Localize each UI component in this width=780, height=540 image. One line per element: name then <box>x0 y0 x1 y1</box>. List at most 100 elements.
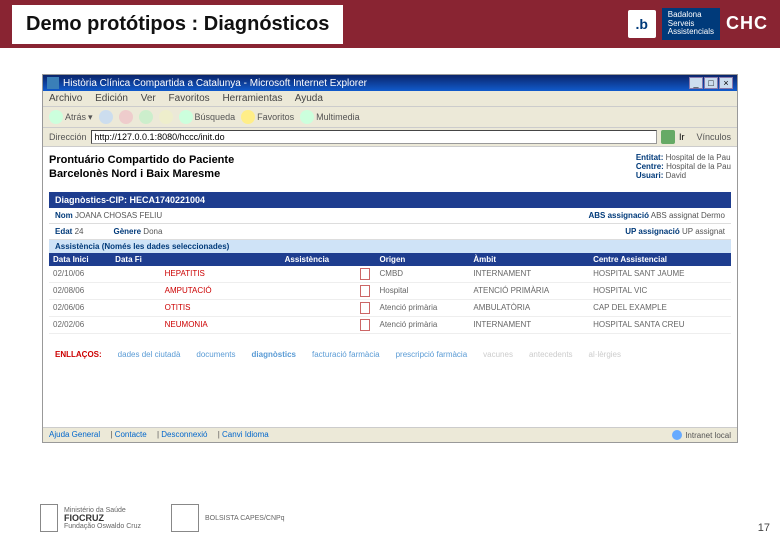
bolsa-icon <box>171 504 199 532</box>
cell-ambit: ATENCIÓ PRIMÀRIA <box>469 282 589 299</box>
link-prescripcio[interactable]: prescripció farmàcia <box>396 350 468 359</box>
cell-doc[interactable] <box>356 299 376 316</box>
bolsa-logo: BOLSISTA CAPES/CNPq <box>171 504 285 532</box>
cell-data-inici: 02/10/06 <box>49 266 111 283</box>
cell-assist <box>281 299 356 316</box>
diagnostic-bar: Diagnòstics-CIP: HECA1740221004 <box>49 192 731 208</box>
home-icon[interactable] <box>159 110 173 124</box>
cell-origen: Atenció primària <box>376 299 470 316</box>
links-label[interactable]: Vínculos <box>696 132 731 142</box>
page-number: 17 <box>758 522 770 534</box>
ie-titlebar: Història Clínica Compartida a Catalunya … <box>43 75 737 91</box>
th-assist[interactable]: Assistència <box>281 253 356 266</box>
address-input[interactable] <box>91 130 657 144</box>
cell-data-inici: 02/02/06 <box>49 316 111 333</box>
cell-centre: HOSPITAL VIC <box>589 282 731 299</box>
table-row[interactable]: 02/10/06HEPATITISCMBDINTERNAMENTHOSPITAL… <box>49 266 731 283</box>
menu-item[interactable]: Archivo <box>49 93 82 104</box>
slide-title: Demo protótipos : Diagnósticos <box>12 5 343 44</box>
close-button[interactable]: × <box>719 77 733 89</box>
cell-centre: CAP DEL EXAMPLE <box>589 299 731 316</box>
link-vacunes[interactable]: vacunes <box>483 350 513 359</box>
media-icon <box>300 110 314 124</box>
patient-info-2: Edat 24 Gènere Dona UP assignació UP ass… <box>49 224 731 240</box>
document-icon <box>360 268 370 280</box>
media-button[interactable]: Multimedia <box>300 110 360 124</box>
slide-footer-logos: Ministério da Saúde FIOCRUZ Fundação Osw… <box>40 504 285 532</box>
fiocruz-icon <box>40 504 58 532</box>
link-documents[interactable]: documents <box>196 350 235 359</box>
ie-status-bar: Ajuda General | Contacte | Desconnexió |… <box>43 427 737 442</box>
logo-chc: CHC <box>726 13 768 34</box>
th-doc[interactable] <box>356 253 376 266</box>
menu-item[interactable]: Edición <box>95 93 128 104</box>
star-icon <box>241 110 255 124</box>
logo-bsa-line: Assistencials <box>668 28 714 37</box>
table-row[interactable]: 02/08/06AMPUTACIÓHospitalATENCIÓ PRIMÀRI… <box>49 282 731 299</box>
menu-item[interactable]: Favoritos <box>169 93 210 104</box>
ie-window: Història Clínica Compartida a Catalunya … <box>42 74 738 443</box>
maximize-button[interactable]: □ <box>704 77 718 89</box>
th-centre[interactable]: Centre Assistencial <box>589 253 731 266</box>
th-data-inici[interactable]: Data Inici <box>49 253 111 266</box>
cell-diag: NEUMONIA <box>161 316 281 333</box>
cell-data-fi <box>111 316 160 333</box>
th-ambit[interactable]: Àmbit <box>469 253 589 266</box>
cell-data-fi <box>111 299 160 316</box>
stop-icon[interactable] <box>119 110 133 124</box>
menu-item[interactable]: Herramientas <box>222 93 282 104</box>
th-data-fi[interactable]: Data Fi <box>111 253 160 266</box>
search-icon <box>179 110 193 124</box>
document-icon <box>360 302 370 314</box>
link-facturacio[interactable]: facturació farmàcia <box>312 350 380 359</box>
th-diag[interactable] <box>161 253 281 266</box>
cell-diag: OTITIS <box>161 299 281 316</box>
document-icon <box>360 319 370 331</box>
go-button[interactable] <box>661 130 675 144</box>
minimize-button[interactable]: _ <box>689 77 703 89</box>
cell-diag: HEPATITIS <box>161 266 281 283</box>
forward-icon[interactable] <box>99 110 113 124</box>
ie-toolbar: Atrás ▾ Búsqueda Favoritos Multimedia <box>43 107 737 128</box>
cell-doc[interactable] <box>356 316 376 333</box>
page-header: Prontuário Compartido do Paciente Barcel… <box>49 153 731 182</box>
link-diagnostics[interactable]: diagnòstics <box>252 350 296 359</box>
back-button[interactable]: Atrás ▾ <box>49 110 93 124</box>
address-label: Dirección <box>49 132 87 142</box>
cell-centre: HOSPITAL SANTA CREU <box>589 316 731 333</box>
cell-doc[interactable] <box>356 266 376 283</box>
cell-assist <box>281 282 356 299</box>
menu-item[interactable]: Ayuda <box>295 93 323 104</box>
header-logos: .b Badalona Serveis Assistencials CHC <box>628 8 768 40</box>
page-title: Prontuário Compartido do Paciente Barcel… <box>49 153 234 182</box>
link-antecedents[interactable]: antecedents <box>529 350 573 359</box>
table-row[interactable]: 02/02/06NEUMONIAAtenció primàriaINTERNAM… <box>49 316 731 333</box>
cell-data-fi <box>111 266 160 283</box>
table-row[interactable]: 02/06/06OTITISAtenció primàriaAMBULATÒRI… <box>49 299 731 316</box>
link-alergies[interactable]: al·lèrgies <box>589 350 621 359</box>
cell-doc[interactable] <box>356 282 376 299</box>
search-button[interactable]: Búsqueda <box>179 110 236 124</box>
footer-link[interactable]: Canvi Idioma <box>222 430 269 439</box>
cell-origen: Hospital <box>376 282 470 299</box>
cell-data-fi <box>111 282 160 299</box>
logo-bsa: Badalona Serveis Assistencials <box>662 8 720 40</box>
favorites-button[interactable]: Favoritos <box>241 110 294 124</box>
links-label: ENLLAÇOS: <box>55 350 102 359</box>
link-dades[interactable]: dades del ciutadà <box>118 350 181 359</box>
document-icon <box>360 285 370 297</box>
assist-bar: Assistència (Només les dades seleccionad… <box>49 240 731 253</box>
th-origen[interactable]: Origen <box>376 253 470 266</box>
footer-link[interactable]: Contacte <box>115 430 147 439</box>
footer-link[interactable]: Desconnexió <box>161 430 207 439</box>
cell-ambit: AMBULATÒRIA <box>469 299 589 316</box>
cell-origen: CMBD <box>376 266 470 283</box>
footer-link[interactable]: Ajuda General <box>49 430 100 439</box>
cell-diag: AMPUTACIÓ <box>161 282 281 299</box>
ie-address-bar: Dirección Ir Vínculos <box>43 128 737 147</box>
table-header-row: Data Inici Data Fi Assistència Origen Àm… <box>49 253 731 266</box>
refresh-icon[interactable] <box>139 110 153 124</box>
menu-item[interactable]: Ver <box>141 93 156 104</box>
cell-assist <box>281 316 356 333</box>
logo-badalona-icon: .b <box>628 10 656 38</box>
